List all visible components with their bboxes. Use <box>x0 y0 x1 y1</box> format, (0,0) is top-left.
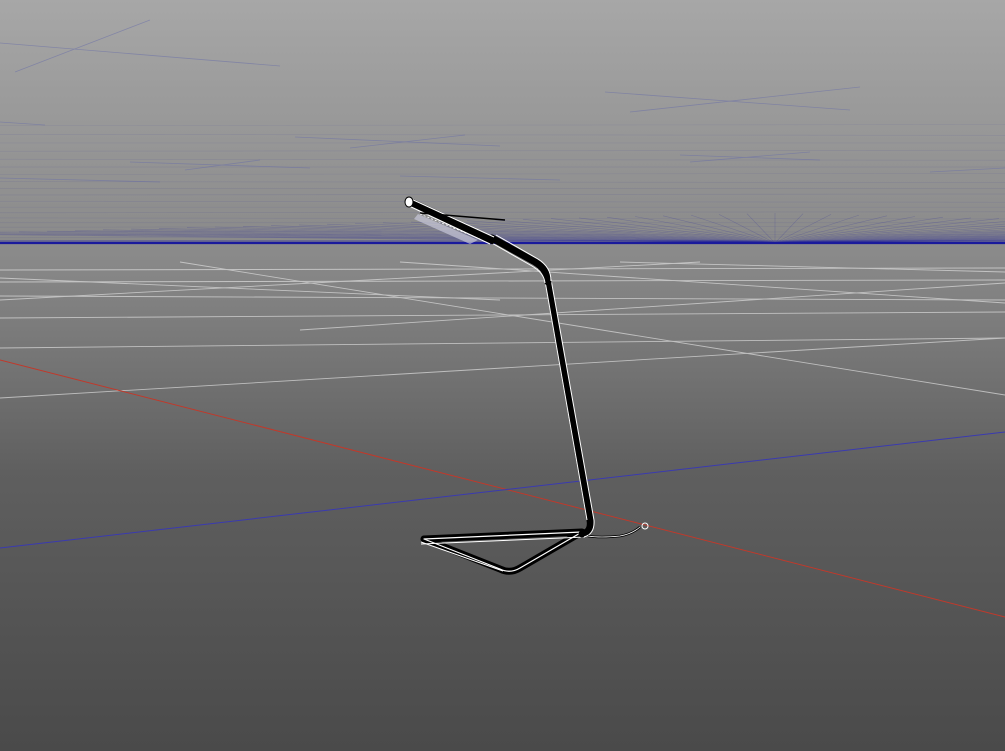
3d-viewport[interactable] <box>0 0 1005 751</box>
sky-background <box>0 0 1005 243</box>
floor-background <box>0 243 1005 751</box>
viewport-canvas[interactable] <box>0 0 1005 751</box>
